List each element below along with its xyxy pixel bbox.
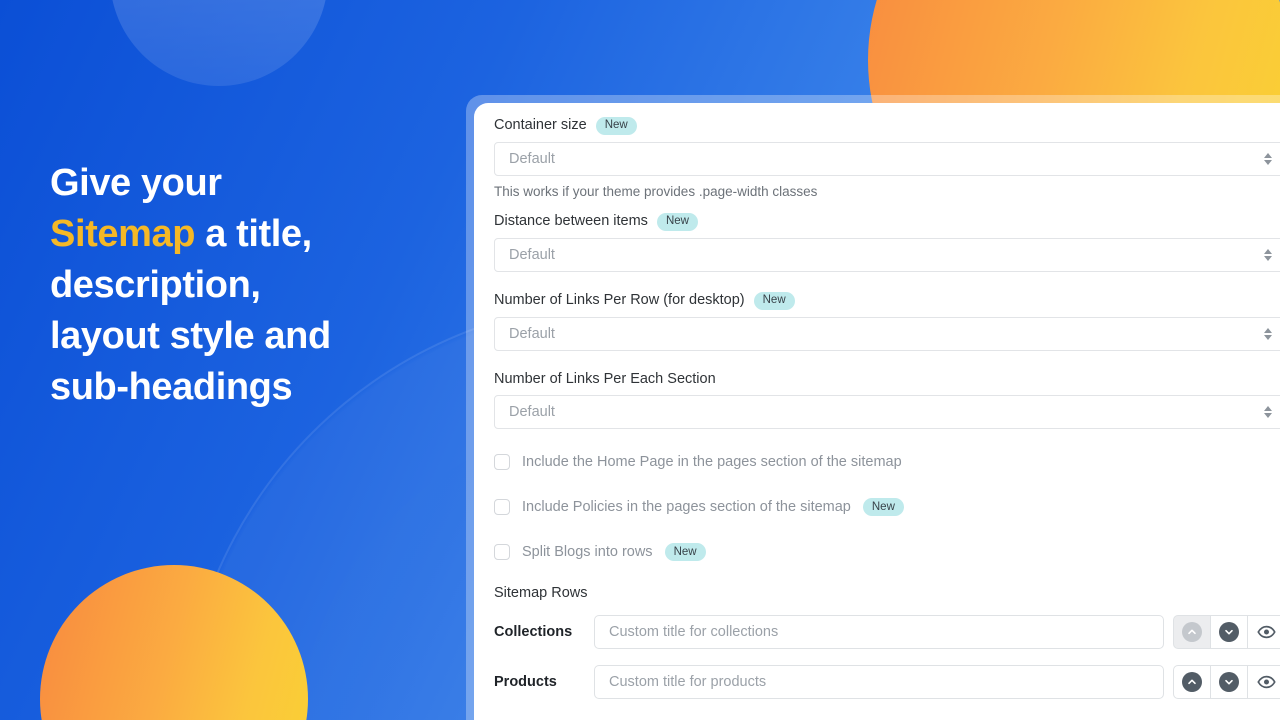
new-badge: New	[664, 543, 706, 562]
field-container-size: Container size New Default This works if…	[494, 117, 1280, 199]
links-per-row-value: Default	[509, 326, 555, 342]
promo-screenshot: Give your Sitemap a title, description, …	[0, 0, 1280, 720]
headline-line-2-rest: a title,	[195, 212, 312, 255]
sitemap-row: Products Custom title for products	[494, 665, 1280, 700]
links-per-section-select[interactable]: Default	[494, 395, 1280, 430]
links-per-row-label: Number of Links Per Row (for desktop)	[494, 292, 745, 309]
checkbox-policies[interactable]	[494, 499, 510, 516]
headline-line-5: sub-headings	[50, 365, 293, 408]
eye-icon	[1256, 625, 1276, 639]
row-title-products: Products	[494, 674, 557, 691]
container-size-label: Container size	[494, 117, 587, 134]
decorative-circle-top-left	[110, 0, 328, 86]
settings-panel: Container size New Default This works if…	[474, 103, 1280, 720]
new-badge: New	[595, 117, 637, 135]
new-badge: New	[656, 213, 698, 231]
field-distance-between-items: Distance between items New Default	[494, 213, 1280, 288]
checkbox-home-page-label: Include the Home Page in the pages secti…	[522, 454, 902, 471]
row-actions-products	[1173, 665, 1280, 700]
headline-line-1: Give your	[50, 162, 222, 204]
links-per-row-select[interactable]: Default	[494, 317, 1280, 351]
checkbox-row-split-blogs[interactable]: Split Blogs into rows New	[494, 540, 1280, 564]
row-input-products[interactable]: Custom title for products	[594, 665, 1164, 700]
select-arrows-icon	[1264, 328, 1272, 340]
sitemap-row: Collections Custom title for collections	[494, 615, 1280, 650]
new-badge: New	[753, 292, 795, 310]
checkbox-policies-label: Include Policies in the pages section of…	[522, 499, 851, 516]
checkbox-split-blogs[interactable]	[494, 544, 510, 561]
headline-accent-word: Sitemap	[50, 212, 196, 255]
row-input-products-placeholder: Custom title for products	[609, 674, 767, 691]
chevron-down-icon	[1219, 672, 1239, 693]
new-badge: New	[862, 498, 904, 517]
chevron-down-icon	[1219, 622, 1239, 643]
visibility-button[interactable]	[1247, 615, 1280, 650]
select-arrows-icon	[1264, 153, 1272, 165]
eye-icon	[1256, 675, 1276, 689]
field-links-per-row: Number of Links Per Row (for desktop) Ne…	[494, 292, 1280, 367]
checkbox-row-home-page[interactable]: Include the Home Page in the pages secti…	[494, 450, 1280, 474]
row-input-collections-placeholder: Custom title for collections	[609, 624, 779, 641]
container-size-help: This works if your theme provides .page-…	[494, 184, 818, 199]
move-down-button[interactable]	[1210, 665, 1248, 700]
headline-line-3: description,	[50, 263, 261, 306]
select-arrows-icon	[1264, 406, 1272, 419]
select-arrows-icon	[1264, 249, 1272, 261]
container-size-select[interactable]: Default	[494, 142, 1280, 176]
visibility-button[interactable]	[1247, 665, 1280, 700]
distance-select[interactable]: Default	[494, 238, 1280, 272]
move-down-button[interactable]	[1210, 615, 1248, 650]
promo-headline: Give your Sitemap a title, description, …	[50, 158, 470, 413]
move-up-button[interactable]	[1173, 615, 1211, 650]
row-actions-collections	[1173, 615, 1280, 650]
sitemap-rows-label: Sitemap Rows	[494, 585, 588, 602]
chevron-up-icon	[1182, 622, 1202, 643]
headline-line-4: layout style and	[50, 314, 331, 357]
checkbox-home-page[interactable]	[494, 454, 510, 471]
move-up-button[interactable]	[1173, 665, 1211, 700]
row-input-collections[interactable]: Custom title for collections	[594, 615, 1164, 650]
container-size-value: Default	[509, 151, 555, 167]
checkbox-split-blogs-label: Split Blogs into rows	[522, 544, 653, 561]
chevron-up-icon	[1182, 672, 1202, 693]
links-per-section-value: Default	[509, 404, 555, 421]
distance-value: Default	[509, 247, 555, 263]
links-per-section-label: Number of Links Per Each Section	[494, 371, 716, 387]
checkbox-row-policies[interactable]: Include Policies in the pages section of…	[494, 495, 1280, 519]
field-links-per-section: Number of Links Per Each Section Default	[494, 371, 1280, 430]
distance-label: Distance between items	[494, 213, 648, 230]
row-title-collections: Collections	[494, 624, 573, 641]
